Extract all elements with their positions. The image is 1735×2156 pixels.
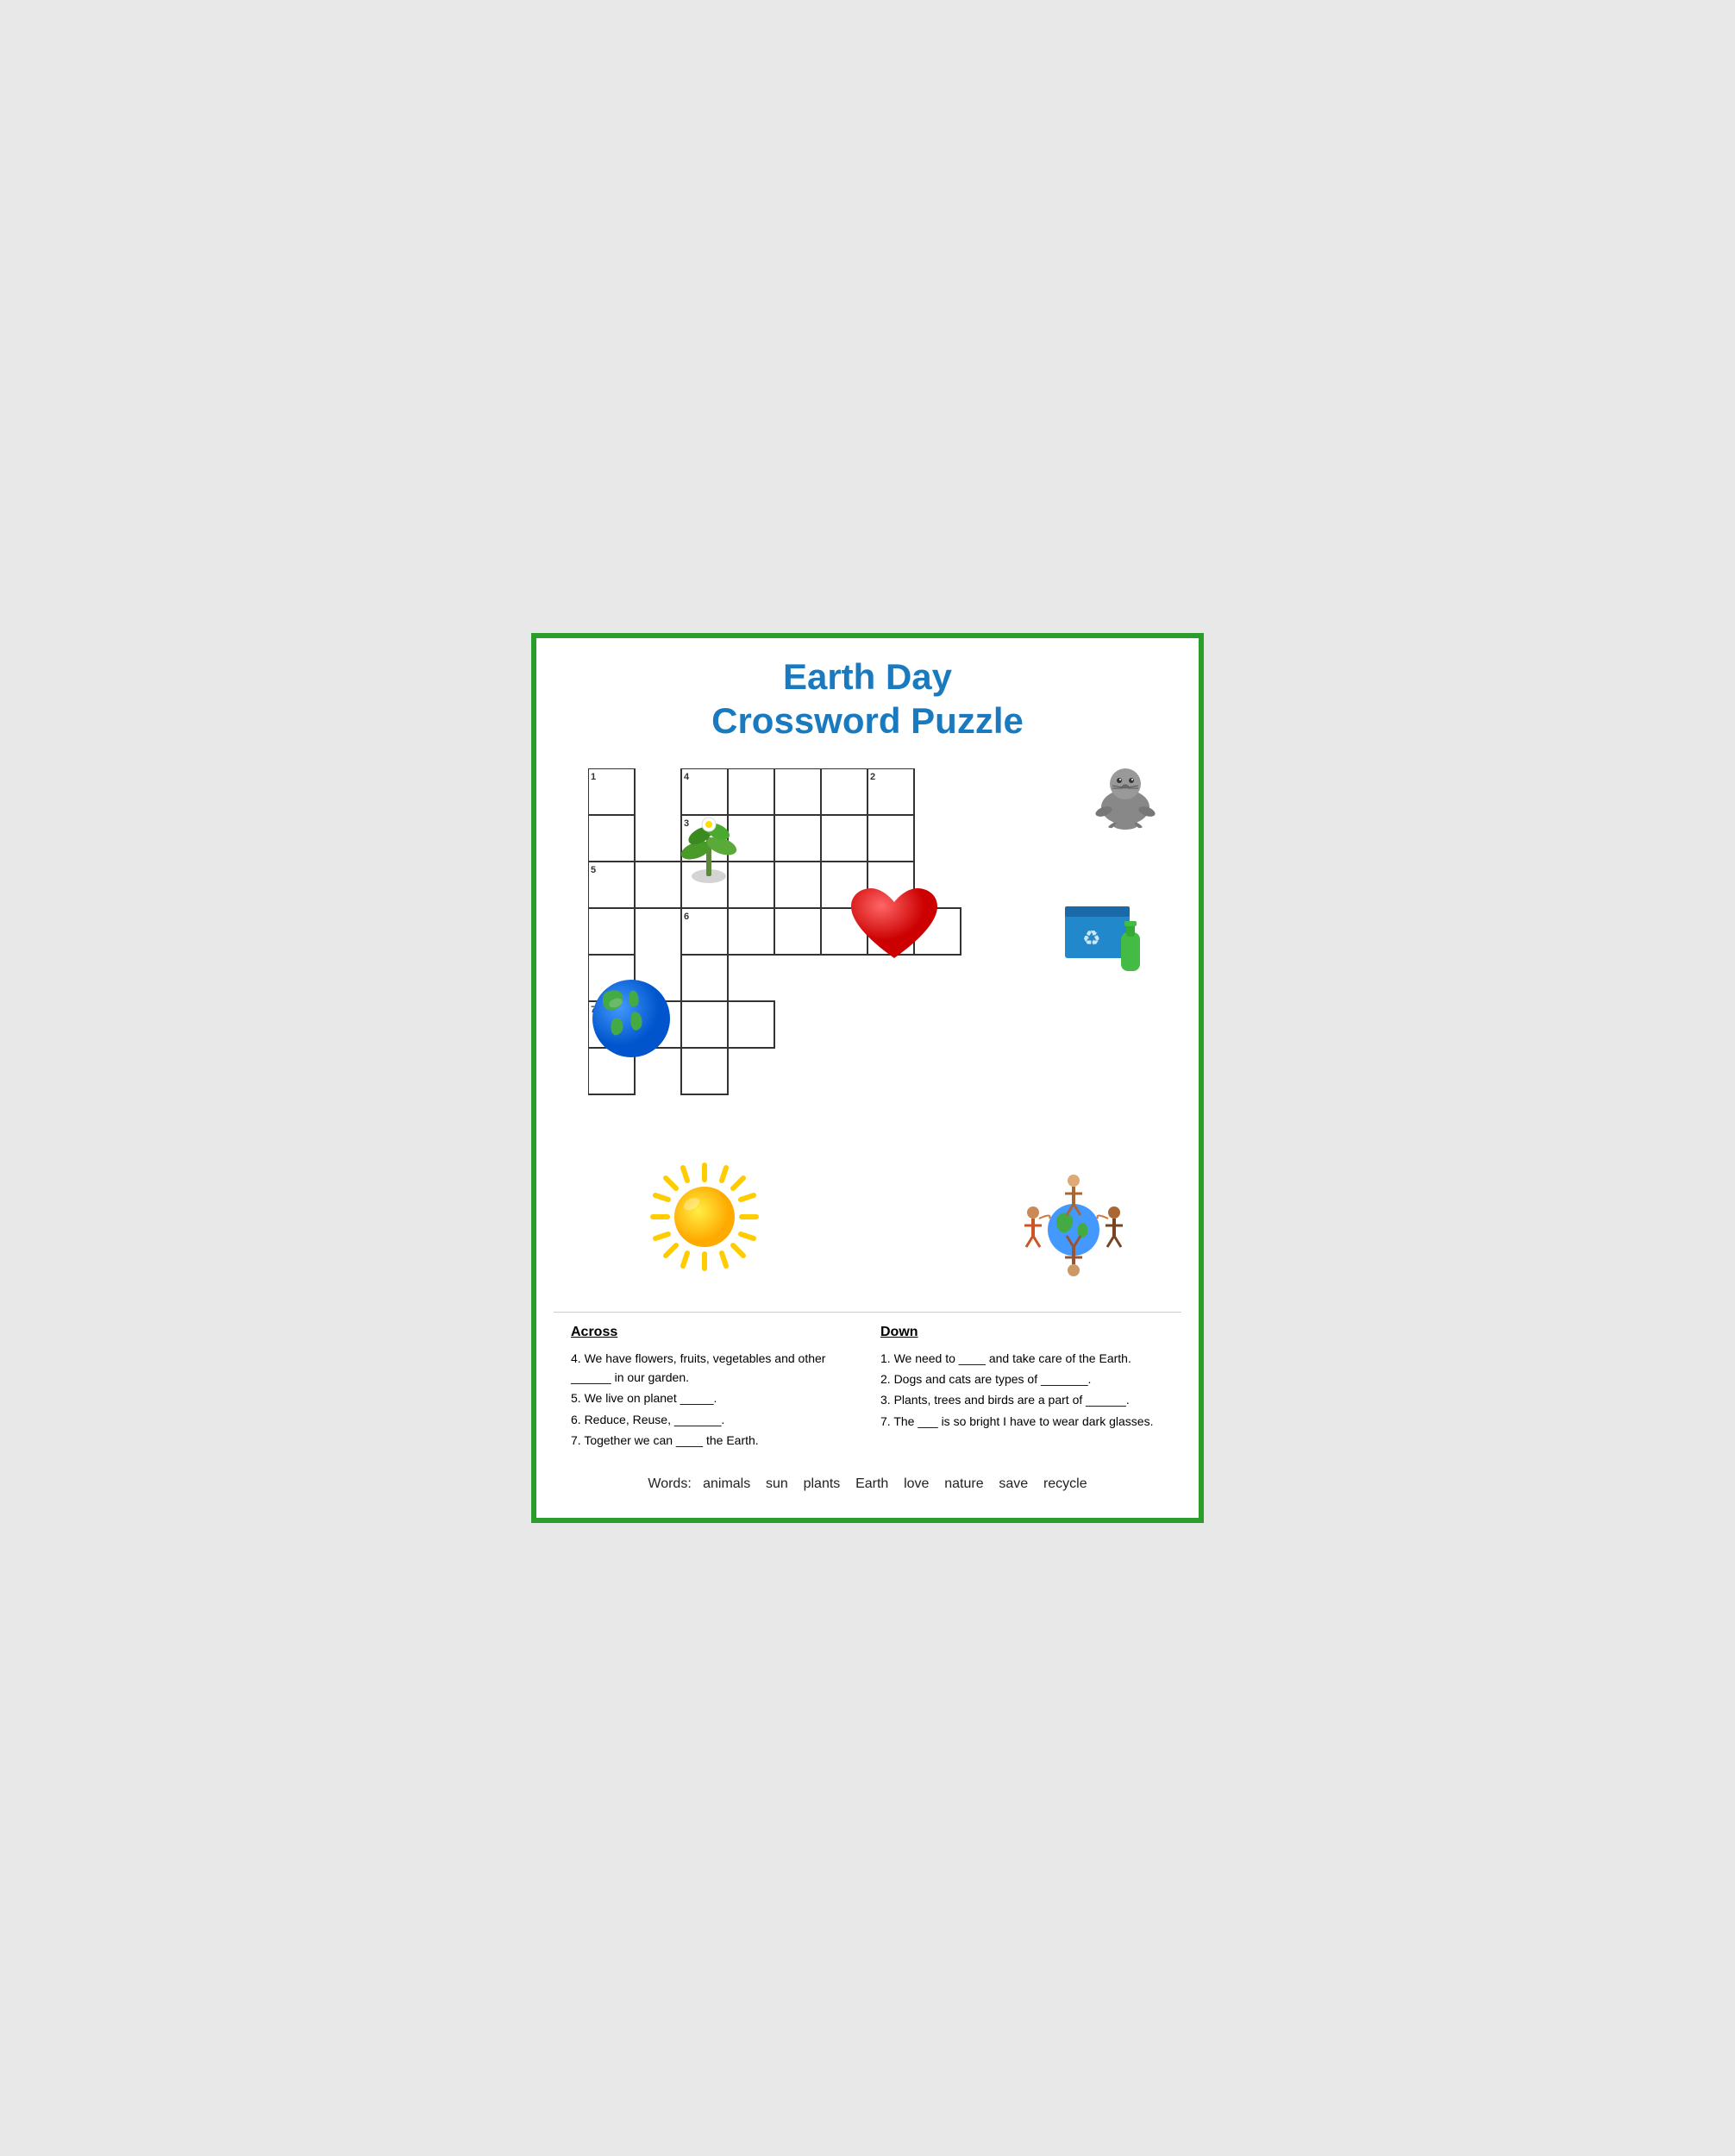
svg-text:1: 1: [591, 772, 596, 782]
cell-7across-r5c2: [681, 1001, 728, 1048]
cell-6across-r3c3: [728, 908, 774, 955]
clues-section: Across 4. We have flowers, fruits, veget…: [554, 1312, 1181, 1461]
svg-text:5: 5: [591, 865, 596, 875]
down-clue-1: 1. We need to ____ and take care of the …: [880, 1349, 1164, 1368]
sun-image: [648, 1161, 761, 1277]
svg-text:2: 2: [870, 772, 875, 782]
cell-1down-r3: [588, 908, 635, 955]
page-title: Earth Day Crossword Puzzle: [554, 655, 1181, 743]
recycle-image: ♻: [1061, 889, 1173, 980]
cell-1-r0c0: 1: [588, 768, 635, 815]
cell-5across-r2c4: [774, 862, 821, 908]
across-clue-5: 5. We live on planet _____.: [571, 1388, 855, 1407]
earth-image: [588, 975, 674, 1066]
cell-r6c2: [681, 1048, 728, 1094]
down-title: Down: [880, 1321, 1164, 1344]
cell-1down-r1: [588, 815, 635, 862]
svg-text:6: 6: [684, 912, 689, 922]
cell-2down-r1: [868, 815, 914, 862]
cell-7across-r5c3: [728, 1001, 774, 1048]
heart-image: [847, 885, 942, 975]
across-clues-col: Across 4. We have flowers, fruits, veget…: [571, 1321, 855, 1452]
down-clue-3: 3. Plants, trees and birds are a part of…: [880, 1390, 1164, 1409]
svg-text:4: 4: [684, 772, 690, 782]
page: Earth Day Crossword Puzzle 1: [531, 633, 1204, 1522]
across-title: Across: [571, 1321, 855, 1344]
words-bank: Words: animals sun plants Earth love nat…: [554, 1476, 1181, 1501]
cell-6across-r3c4: [774, 908, 821, 955]
down-clues-col: Down 1. We need to ____ and take care of…: [880, 1321, 1164, 1452]
across-clue-4: 4. We have flowers, fruits, vegetables a…: [571, 1349, 855, 1388]
down-clue-7: 7. The ___ is so bright I have to wear d…: [880, 1412, 1164, 1431]
cell-r1c5: [821, 815, 868, 862]
cell-r1c4: [774, 815, 821, 862]
cell-3down-r4: [681, 955, 728, 1001]
down-clue-2: 2. Dogs and cats are types of _______.: [880, 1369, 1164, 1388]
cell-2-r0c6: 2: [868, 768, 914, 815]
plant-image: [666, 803, 752, 893]
puzzle-area: 1 2 4: [554, 760, 1181, 1294]
across-clue-7: 7. Together we can ____ the Earth.: [571, 1431, 855, 1450]
cell-4across-r0c4: [774, 768, 821, 815]
people-earth-image: [1009, 1165, 1138, 1290]
svg-text:♻: ♻: [1082, 927, 1101, 950]
across-clue-6: 6. Reduce, Reuse, _______.: [571, 1410, 855, 1429]
cell-4across-r0c5: [821, 768, 868, 815]
seal-image: [1087, 760, 1164, 842]
